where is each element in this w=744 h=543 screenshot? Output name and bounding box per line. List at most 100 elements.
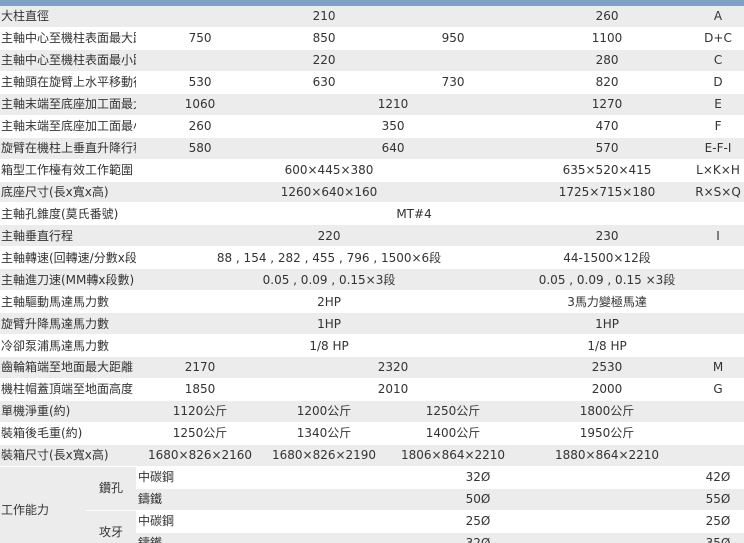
table-row: 主軸頭在旋臂上水平移動行程530630730820D [0, 71, 744, 94]
value-cell: 850 [264, 27, 385, 50]
value-cell: 470 [522, 115, 693, 138]
spec-table: 大柱直徑210260A主軸中心至機柱表面最大距離7508509501100D+C… [0, 6, 744, 543]
value-cell: 25Ø [264, 510, 693, 533]
spec-page: 大柱直徑210260A主軸中心至機柱表面最大距離7508509501100D+C… [0, 0, 744, 543]
row-label: 齒輪箱端至地面最大距離 [0, 356, 137, 379]
value-cell: 220 [264, 49, 385, 72]
value-cell [136, 6, 265, 28]
value-cell: 2530 [522, 356, 693, 379]
code-cell: I [692, 224, 744, 248]
value-cell: 260 [136, 115, 265, 138]
value-cell [136, 49, 265, 72]
value-cell: 1HP [522, 312, 693, 336]
value-cell: 230 [522, 224, 693, 248]
value-cell: 1270 [522, 93, 693, 116]
table-row: 旋臂在機柱上垂直升降行程 580 640 570 E-F-I [0, 137, 744, 160]
value-cell: 1HP [136, 312, 523, 336]
value-cell: 44-1500×12段 [522, 246, 693, 270]
value-cell: 1210 [264, 93, 523, 116]
code-cell [692, 444, 744, 467]
row-label: 主軸末端至底座加工面最大距離 [0, 93, 137, 116]
table-row: 主軸驅動馬達馬力數 2HP 3馬力變極馬達 [0, 290, 744, 314]
value-cell: 25Ø [692, 510, 744, 533]
code-cell: D [692, 71, 744, 94]
code-cell: A [692, 6, 744, 28]
value-cell: 1120公斤 [136, 400, 265, 423]
material-label: 中碳鋼 [136, 466, 265, 489]
code-cell: M [692, 356, 744, 379]
value-cell: 1340公斤 [264, 422, 385, 445]
value-cell: 1950公斤 [522, 422, 693, 445]
value-cell [384, 6, 523, 28]
table-row: 主軸轉速(回轉速/分數x段數)88 , 154 , 282 , 455 , 79… [0, 246, 744, 270]
value-cell: MT#4 [136, 202, 693, 226]
code-cell [692, 268, 744, 292]
table-row: 齒輪箱端至地面最大距離 2170 2320 2530 M [0, 356, 744, 379]
table-row: 主軸垂直行程 220 230 I [0, 224, 744, 248]
table-row: 主軸孔錐度(莫氏番號) MT#4 [0, 202, 744, 226]
table-row: 裝箱尺寸(長x寬x高) 1680×826×2160 1680×826×2190 180… [0, 444, 744, 467]
code-cell: E [692, 93, 744, 116]
code-cell [692, 312, 744, 336]
value-cell: 1400公斤 [384, 422, 523, 445]
material-label: 鑄鐵 [136, 532, 265, 543]
table-row: 箱型工作檯有效工作範圍 600×445×380 635×520×415 L×K×H [0, 159, 744, 182]
code-cell: D+C [692, 27, 744, 50]
row-label: 裝箱後毛重(約) [0, 422, 137, 445]
row-label: 主軸垂直行程 [0, 224, 137, 248]
value-cell: 350 [264, 115, 523, 138]
row-label: 主軸末端至底座加工面最小距離 [0, 115, 137, 138]
value-cell: 3馬力變極馬達 [522, 290, 693, 314]
tapping-label: 攻牙 [86, 510, 137, 543]
row-label: 機柱帽蓋頂端至地面高度 [0, 378, 137, 401]
value-cell: 1680×826×2190 [264, 444, 385, 467]
value-cell: 1880×864×2210 [522, 444, 693, 467]
value-cell: 0.05 , 0.09 , 0.15 ×3段 [522, 268, 693, 292]
code-cell [692, 334, 744, 357]
value-cell: 750 [136, 27, 265, 50]
material-label: 中碳鋼 [136, 510, 265, 533]
code-cell [692, 422, 744, 445]
value-cell: 32Ø [264, 466, 693, 489]
code-cell [692, 400, 744, 423]
row-label: 主軸進刀速(MM轉x段數) [0, 268, 137, 292]
value-cell: 2320 [264, 356, 523, 379]
value-cell: 1/8 HP [136, 334, 523, 357]
row-label: 冷卻泵浦馬達馬力數 [0, 334, 137, 357]
value-cell: 1060 [136, 93, 265, 116]
row-label: 主軸中心至機柱表面最大距離 [0, 27, 137, 50]
table-row: 主軸中心至機柱表面最大距離7508509501100D+C [0, 27, 744, 50]
value-cell: 55Ø [692, 488, 744, 511]
table-row: 旋臂升降馬達馬力數 1HP 1HP [0, 312, 744, 336]
table-row: 主軸末端至底座加工面最大距離106012101270E [0, 93, 744, 116]
material-label: 鑄鐵 [136, 488, 265, 511]
value-cell: 580 [136, 137, 265, 160]
value-cell: 2000 [522, 378, 693, 401]
value-cell: 1200公斤 [264, 400, 385, 423]
value-cell: 530 [136, 71, 265, 94]
value-cell: 1680×826×2160 [136, 444, 265, 467]
table-row: 冷卻泵浦馬達馬力數 1/8 HP 1/8 HP [0, 334, 744, 357]
code-cell [692, 202, 744, 226]
value-cell: 570 [522, 137, 693, 160]
value-cell: 260 [522, 6, 693, 28]
value-cell: 1250公斤 [136, 422, 265, 445]
row-label: 大柱直徑 [0, 6, 137, 28]
value-cell: 1850 [136, 378, 265, 401]
value-cell: 0.05 , 0.09 , 0.15×3段 [136, 268, 523, 292]
table-row: 機柱帽蓋頂端至地面高度 1850 2010 2000 G [0, 378, 744, 401]
value-cell: 32Ø [264, 532, 693, 543]
value-cell: 950 [384, 27, 523, 50]
value-cell: 88 , 154 , 282 , 455 , 796 , 1500×6段 [136, 246, 523, 270]
row-label: 底座尺寸(長x寬x高) [0, 181, 137, 204]
table-row: 主軸進刀速(MM轉x段數) 0.05 , 0.09 , 0.15×3段 0.05 ,… [0, 268, 744, 292]
value-cell: 2HP [136, 290, 523, 314]
value-cell: 280 [522, 49, 693, 72]
value-cell: 210 [264, 6, 385, 28]
table-row: 裝箱後毛重(約) 1250公斤 1340公斤 1400公斤 1950公斤 [0, 422, 744, 445]
row-label: 主軸轉速(回轉速/分數x段數) [0, 246, 137, 270]
table-row: 主軸末端至底座加工面最小距離260350470F [0, 115, 744, 138]
row-label: 箱型工作檯有效工作範圍 [0, 159, 137, 182]
value-cell: 1725×715×180 [522, 181, 693, 204]
value-cell: 1/8 HP [522, 334, 693, 357]
